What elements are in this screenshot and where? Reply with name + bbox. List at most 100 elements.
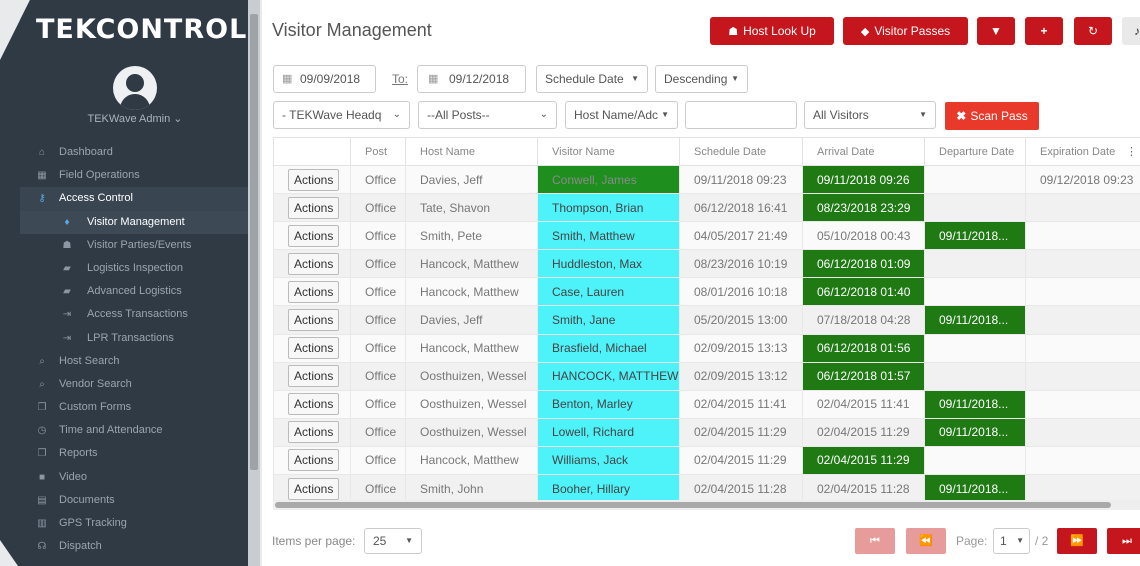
actions-cell: Actions [273, 445, 351, 476]
sidebar-item-vendor-search[interactable]: ⌕ Vendor Search [20, 373, 250, 396]
sidebar-item-reports[interactable]: ❐ Reports [20, 442, 250, 465]
date-type-select[interactable]: Schedule Date ▼ [536, 65, 648, 93]
visitor-name-cell: Booher, Hillary [537, 474, 680, 502]
table-row[interactable]: Actions Office Hancock, Matthew Brasfield, … [273, 333, 1140, 363]
table-row[interactable]: Actions Office Tate, Shavon Thompson, Brian… [273, 193, 1140, 223]
sidebar-scroll-thumb[interactable] [250, 14, 258, 470]
table-row[interactable]: Actions Office Hancock, Matthew Case, Laure… [273, 277, 1140, 307]
sidebar-item-host-search[interactable]: ⌕ Host Search [20, 350, 250, 373]
actions-button[interactable]: Actions [288, 224, 340, 247]
page-select[interactable]: 1 ▼ [993, 528, 1030, 554]
notifications-button[interactable]: ♪ [1122, 17, 1140, 45]
from-date-value: 09/09/2018 [300, 72, 361, 86]
column-header[interactable]: Departure Date [924, 137, 1026, 166]
actions-button[interactable]: Actions [288, 337, 340, 360]
column-header[interactable] [273, 137, 351, 166]
sidebar-item-custom-forms[interactable]: ❐ Custom Forms [20, 396, 250, 419]
column-header[interactable]: Host Name [405, 137, 538, 166]
sidebar-scrollbar[interactable] [248, 0, 260, 566]
site-select[interactable]: - TEKWave Headq ⌄ [273, 101, 410, 129]
actions-cell: Actions [273, 417, 351, 447]
table-row[interactable]: Actions Office Smith, Pete Smith, Matthew 04… [273, 221, 1140, 251]
departure-date-cell: 09/11/2018... [924, 305, 1026, 335]
departure-date-cell [924, 445, 1026, 476]
column-header[interactable]: Visitor Name [537, 137, 680, 166]
sort-order-select[interactable]: Descending ▼ [655, 65, 748, 93]
filter-button[interactable]: ▼ [977, 17, 1015, 45]
user-menu[interactable]: TEKWave Admin ⌄ [20, 112, 250, 125]
host-name-cell: Hancock, Matthew [405, 249, 538, 279]
from-date-field[interactable]: ▦ 09/09/2018 [273, 65, 376, 93]
sidebar-item-video[interactable]: ■ Video [20, 466, 250, 489]
table-row[interactable]: Actions Office Hancock, Matthew Huddleston,… [273, 249, 1140, 279]
sidebar-item-time-and-attendance[interactable]: ◷ Time and Attendance [20, 419, 250, 442]
add-button[interactable]: + [1025, 17, 1063, 45]
first-page-icon: ⏮ [870, 535, 880, 547]
table-row[interactable]: Actions Office Davies, Jeff Conwell, James 0… [273, 164, 1140, 195]
table-row[interactable]: Actions Office Smith, John Booher, Hillary 0… [273, 474, 1140, 502]
post-select[interactable]: --All Posts-- ⌄ [418, 101, 557, 129]
departure-date-cell [924, 193, 1026, 223]
actions-button[interactable]: Actions [288, 421, 340, 444]
actions-button[interactable]: Actions [288, 309, 340, 332]
schedule-date-cell: 02/04/2015 11:29 [679, 445, 803, 476]
table-horizontal-scrollbar[interactable] [273, 500, 1140, 510]
actions-button[interactable]: Actions [288, 393, 340, 416]
last-page-button[interactable]: ⏭ [1107, 528, 1140, 554]
actions-button[interactable]: Actions [288, 252, 340, 275]
items-per-page-value: 25 [373, 534, 387, 548]
refresh-button[interactable]: ↻ [1074, 17, 1112, 45]
avatar[interactable] [113, 66, 157, 110]
table-row[interactable]: Actions Office Oosthuizen, Wessel Benton, M… [273, 389, 1140, 419]
sidebar-item-advanced-logistics[interactable]: ▰ Advanced Logistics [20, 280, 250, 303]
actions-cell: Actions [273, 249, 351, 279]
sidebar-item-access-transactions[interactable]: ⇥ Access Transactions [20, 303, 250, 326]
search-input[interactable] [685, 101, 797, 129]
actions-button[interactable]: Actions [288, 449, 340, 472]
actions-cell: Actions [273, 277, 351, 307]
column-menu-icon[interactable]: ⋮ [1126, 145, 1137, 158]
actions-button[interactable]: Actions [288, 280, 340, 303]
sidebar-item-access-control[interactable]: ⚷ Access Control [20, 187, 250, 211]
first-page-button[interactable]: ⏮ [855, 528, 895, 554]
scan-pass-button[interactable]: ✖ Scan Pass [945, 102, 1039, 130]
to-date-field[interactable]: ▦ 09/12/2018 [417, 65, 526, 93]
sidebar-item-field-operations[interactable]: ▦ Field Operations [20, 164, 250, 187]
table-scroll-thumb[interactable] [275, 502, 1111, 508]
arrival-date-cell: 09/11/2018 09:26 [802, 164, 925, 195]
sidebar-item-visitor-parties-events[interactable]: ☗ Visitor Parties/Events [20, 234, 250, 257]
expiration-date-cell [1025, 389, 1140, 419]
sidebar-item-dashboard[interactable]: ⌂ Dashboard [20, 141, 250, 164]
sidebar-item-documents[interactable]: ▤ Documents [20, 489, 250, 512]
map-icon: ▥ [37, 518, 47, 529]
table-row[interactable]: Actions Office Davies, Jeff Smith, Jane 05/2… [273, 305, 1140, 335]
actions-button[interactable]: Actions [288, 477, 340, 500]
actions-button[interactable]: Actions [288, 365, 340, 388]
visitors-select[interactable]: All Visitors ▼ [804, 101, 936, 129]
actions-button[interactable]: Actions [288, 196, 340, 219]
column-header[interactable]: Schedule Date [679, 137, 803, 166]
sidebar-item-lpr-transactions[interactable]: ⇥ LPR Transactions [20, 327, 250, 350]
table-row[interactable]: Actions Office Hancock, Matthew Williams, J… [273, 445, 1140, 476]
column-header[interactable]: Arrival Date [802, 137, 925, 166]
previous-page-button[interactable]: ⏪ [906, 528, 946, 554]
sidebar-item-label: Dispatch [59, 540, 102, 553]
table-row[interactable]: Actions Office Oosthuizen, Wessel Lowell, R… [273, 417, 1140, 447]
sidebar-item-dispatch[interactable]: ☊ Dispatch [20, 535, 250, 558]
visitor-passes-button[interactable]: ◆ Visitor Passes [843, 17, 968, 45]
next-page-button[interactable]: ⏩ [1057, 528, 1097, 554]
sidebar-item-visitor-management[interactable]: ♦ Visitor Management [20, 210, 250, 234]
schedule-date-cell: 05/20/2015 13:00 [679, 305, 803, 335]
column-header[interactable]: Expiration Date [1025, 137, 1140, 166]
items-per-page-select[interactable]: 25 ▼ [364, 528, 422, 554]
sidebar-item-gps-tracking[interactable]: ▥ GPS Tracking [20, 512, 250, 535]
host-field-select[interactable]: Host Name/Adc ▼ [565, 101, 678, 129]
table-header-row: Post Host Name Visitor Name Schedule Date Ar… [273, 137, 1140, 166]
table-row[interactable]: Actions Office Oosthuizen, Wessel HANCOCK, … [273, 361, 1140, 391]
actions-button[interactable]: Actions [288, 168, 340, 191]
sidebar-item-logistics-inspection[interactable]: ▰ Logistics Inspection [20, 257, 250, 280]
column-header[interactable]: Post [350, 137, 406, 166]
to-label: To: [392, 72, 409, 86]
host-lookup-button[interactable]: ☗ Host Look Up [710, 17, 834, 45]
file-icon: ▤ [37, 494, 47, 506]
